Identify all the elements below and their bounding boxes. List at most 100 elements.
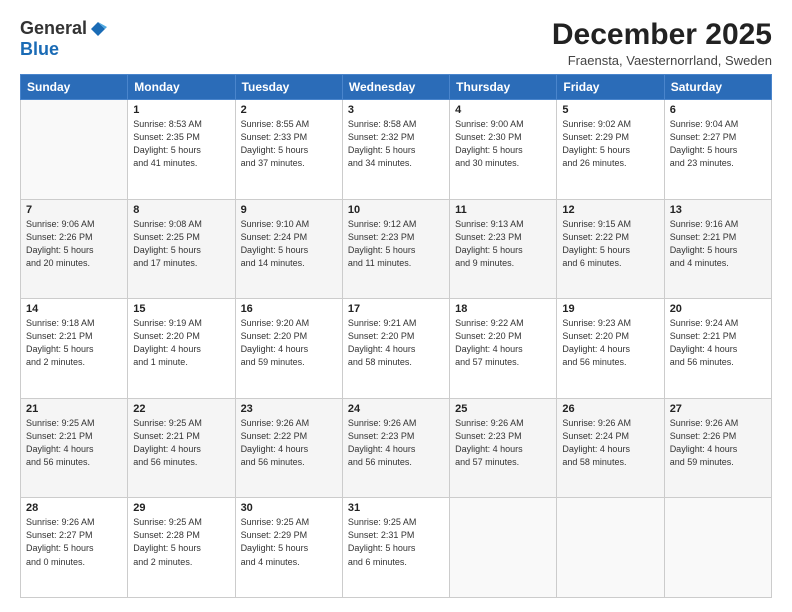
calendar-day-cell: 27 Sunrise: 9:26 AM Sunset: 2:26 PM Dayli…	[664, 398, 771, 498]
day-info: Sunrise: 8:55 AM Sunset: 2:33 PM Dayligh…	[241, 118, 337, 170]
day-info: Sunrise: 9:26 AM Sunset: 2:23 PM Dayligh…	[348, 417, 444, 469]
day-number: 28	[26, 502, 122, 514]
subtitle: Fraensta, Vaesternorrland, Sweden	[552, 53, 772, 68]
calendar-day-cell: 14 Sunrise: 9:18 AM Sunset: 2:21 PM Dayli…	[21, 299, 128, 399]
day-number: 7	[26, 204, 122, 216]
calendar-week-row: 1 Sunrise: 8:53 AM Sunset: 2:35 PM Daylig…	[21, 100, 772, 200]
calendar-day-cell: 19 Sunrise: 9:23 AM Sunset: 2:20 PM Dayli…	[557, 299, 664, 399]
calendar-day-cell: 4Sunrise: 9:00 AM Sunset: 2:30 PM Daylig…	[450, 100, 557, 200]
day-info: Sunrise: 9:25 AM Sunset: 2:31 PM Dayligh…	[348, 516, 444, 568]
day-number: 15	[133, 303, 229, 315]
day-number: 6	[670, 104, 766, 116]
calendar-day-cell: 12 Sunrise: 9:15 AM Sunset: 2:22 PM Dayli…	[557, 199, 664, 299]
day-info: Sunrise: 9:12 AM Sunset: 2:23 PM Dayligh…	[348, 218, 444, 270]
calendar-day-cell: 25Sunrise: 9:26 AM Sunset: 2:23 PM Dayli…	[450, 398, 557, 498]
calendar-week-row: 7Sunrise: 9:06 AM Sunset: 2:26 PM Daylig…	[21, 199, 772, 299]
day-info: Sunrise: 9:10 AM Sunset: 2:24 PM Dayligh…	[241, 218, 337, 270]
day-number: 12	[562, 204, 658, 216]
day-number: 24	[348, 403, 444, 415]
calendar-day-header: Saturday	[664, 75, 771, 100]
day-number: 31	[348, 502, 444, 514]
calendar-day-header: Friday	[557, 75, 664, 100]
calendar-day-cell: 29Sunrise: 9:25 AM Sunset: 2:28 PM Dayli…	[128, 498, 235, 598]
calendar-day-cell	[450, 498, 557, 598]
calendar-header-row: SundayMondayTuesdayWednesdayThursdayFrid…	[21, 75, 772, 100]
day-info: Sunrise: 9:16 AM Sunset: 2:21 PM Dayligh…	[670, 218, 766, 270]
calendar-day-cell: 22Sunrise: 9:25 AM Sunset: 2:21 PM Dayli…	[128, 398, 235, 498]
calendar-day-cell: 11 Sunrise: 9:13 AM Sunset: 2:23 PM Dayli…	[450, 199, 557, 299]
day-number: 20	[670, 303, 766, 315]
day-info: Sunrise: 9:18 AM Sunset: 2:21 PM Dayligh…	[26, 317, 122, 369]
calendar-day-cell: 30 Sunrise: 9:25 AM Sunset: 2:29 PM Dayli…	[235, 498, 342, 598]
day-number: 1	[133, 104, 229, 116]
day-number: 18	[455, 303, 551, 315]
day-info: Sunrise: 9:22 AM Sunset: 2:20 PM Dayligh…	[455, 317, 551, 369]
calendar-day-cell: 2 Sunrise: 8:55 AM Sunset: 2:33 PM Daylig…	[235, 100, 342, 200]
logo: General Blue	[20, 18, 107, 60]
day-info: Sunrise: 9:25 AM Sunset: 2:21 PM Dayligh…	[26, 417, 122, 469]
calendar-day-header: Sunday	[21, 75, 128, 100]
day-info: Sunrise: 9:15 AM Sunset: 2:22 PM Dayligh…	[562, 218, 658, 270]
day-number: 10	[348, 204, 444, 216]
day-number: 5	[562, 104, 658, 116]
calendar-table: SundayMondayTuesdayWednesdayThursdayFrid…	[20, 74, 772, 598]
day-number: 13	[670, 204, 766, 216]
calendar-week-row: 28 Sunrise: 9:26 AM Sunset: 2:27 PM Dayli…	[21, 498, 772, 598]
day-info: Sunrise: 9:02 AM Sunset: 2:29 PM Dayligh…	[562, 118, 658, 170]
day-number: 19	[562, 303, 658, 315]
day-number: 14	[26, 303, 122, 315]
calendar-day-cell: 13 Sunrise: 9:16 AM Sunset: 2:21 PM Dayli…	[664, 199, 771, 299]
calendar-day-cell: 10 Sunrise: 9:12 AM Sunset: 2:23 PM Dayli…	[342, 199, 449, 299]
day-number: 2	[241, 104, 337, 116]
day-info: Sunrise: 9:26 AM Sunset: 2:26 PM Dayligh…	[670, 417, 766, 469]
day-number: 23	[241, 403, 337, 415]
calendar-day-cell: 26Sunrise: 9:26 AM Sunset: 2:24 PM Dayli…	[557, 398, 664, 498]
calendar-day-cell: 28 Sunrise: 9:26 AM Sunset: 2:27 PM Dayli…	[21, 498, 128, 598]
day-number: 21	[26, 403, 122, 415]
day-info: Sunrise: 9:25 AM Sunset: 2:29 PM Dayligh…	[241, 516, 337, 568]
day-info: Sunrise: 9:19 AM Sunset: 2:20 PM Dayligh…	[133, 317, 229, 369]
logo-icon	[89, 20, 107, 38]
day-info: Sunrise: 9:24 AM Sunset: 2:21 PM Dayligh…	[670, 317, 766, 369]
day-number: 4	[455, 104, 551, 116]
calendar-week-row: 14 Sunrise: 9:18 AM Sunset: 2:21 PM Dayli…	[21, 299, 772, 399]
logo-blue-text: Blue	[20, 39, 59, 60]
calendar-day-cell: 18 Sunrise: 9:22 AM Sunset: 2:20 PM Dayli…	[450, 299, 557, 399]
day-number: 3	[348, 104, 444, 116]
calendar-day-cell: 21 Sunrise: 9:25 AM Sunset: 2:21 PM Dayli…	[21, 398, 128, 498]
day-number: 16	[241, 303, 337, 315]
day-number: 17	[348, 303, 444, 315]
day-number: 29	[133, 502, 229, 514]
day-number: 8	[133, 204, 229, 216]
calendar-day-cell	[557, 498, 664, 598]
day-number: 25	[455, 403, 551, 415]
calendar-day-cell: 3Sunrise: 8:58 AM Sunset: 2:32 PM Daylig…	[342, 100, 449, 200]
calendar-day-cell: 23 Sunrise: 9:26 AM Sunset: 2:22 PM Dayli…	[235, 398, 342, 498]
day-number: 30	[241, 502, 337, 514]
day-info: Sunrise: 9:13 AM Sunset: 2:23 PM Dayligh…	[455, 218, 551, 270]
day-number: 22	[133, 403, 229, 415]
calendar-day-header: Wednesday	[342, 75, 449, 100]
day-info: Sunrise: 9:21 AM Sunset: 2:20 PM Dayligh…	[348, 317, 444, 369]
calendar-day-header: Thursday	[450, 75, 557, 100]
calendar-day-cell: 17 Sunrise: 9:21 AM Sunset: 2:20 PM Dayli…	[342, 299, 449, 399]
day-info: Sunrise: 9:26 AM Sunset: 2:22 PM Dayligh…	[241, 417, 337, 469]
day-number: 9	[241, 204, 337, 216]
day-number: 11	[455, 204, 551, 216]
day-info: Sunrise: 9:08 AM Sunset: 2:25 PM Dayligh…	[133, 218, 229, 270]
title-section: December 2025 Fraensta, Vaesternorrland,…	[552, 18, 772, 68]
calendar-day-cell	[21, 100, 128, 200]
day-number: 27	[670, 403, 766, 415]
calendar-day-header: Tuesday	[235, 75, 342, 100]
calendar-day-cell: 6Sunrise: 9:04 AM Sunset: 2:27 PM Daylig…	[664, 100, 771, 200]
calendar-day-cell: 16 Sunrise: 9:20 AM Sunset: 2:20 PM Dayli…	[235, 299, 342, 399]
day-info: Sunrise: 9:23 AM Sunset: 2:20 PM Dayligh…	[562, 317, 658, 369]
page: General Blue December 2025 Fraensta, Vae…	[0, 0, 792, 612]
day-info: Sunrise: 9:26 AM Sunset: 2:27 PM Dayligh…	[26, 516, 122, 568]
calendar-day-cell: 31 Sunrise: 9:25 AM Sunset: 2:31 PM Dayli…	[342, 498, 449, 598]
calendar-day-cell: 5 Sunrise: 9:02 AM Sunset: 2:29 PM Daylig…	[557, 100, 664, 200]
day-info: Sunrise: 9:20 AM Sunset: 2:20 PM Dayligh…	[241, 317, 337, 369]
calendar-day-header: Monday	[128, 75, 235, 100]
calendar-day-cell	[664, 498, 771, 598]
day-info: Sunrise: 8:53 AM Sunset: 2:35 PM Dayligh…	[133, 118, 229, 170]
